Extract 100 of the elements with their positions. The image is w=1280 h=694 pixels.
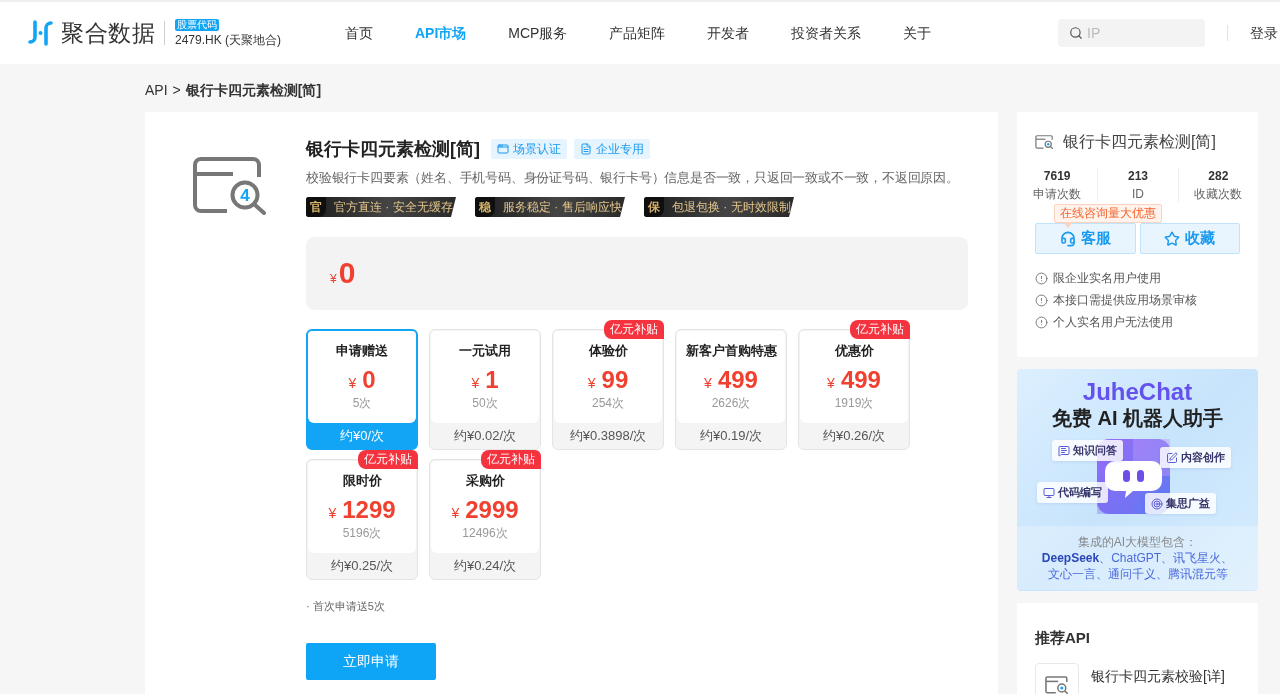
subsidy-badge: 亿元补贴: [604, 320, 664, 339]
unit-price: 约¥0.02/次: [452, 427, 518, 445]
unit-price: 约¥0.3898/次: [568, 427, 648, 445]
search-icon: [1069, 26, 1083, 40]
pen-square-icon: [1166, 451, 1178, 464]
stat-value: 213: [1127, 168, 1148, 184]
badge-text: 包退包换 · 无时效限制: [672, 199, 791, 216]
plan-price: 1: [485, 366, 499, 394]
models-list: DeepSeek、ChatGPT、讯飞星火、: [1041, 550, 1234, 566]
plan-title: 一元试用: [459, 343, 511, 359]
nav-link[interactable]: 开发者: [707, 23, 750, 43]
notice-text: 本接口需提供应用场景审核: [1053, 291, 1197, 309]
call-count: 5次: [352, 395, 372, 411]
breadcrumb-current: 银行卡四元素检测[简]: [185, 81, 322, 100]
banner-brand: JuheChat: [1082, 379, 1193, 405]
logo-icon[interactable]: [28, 20, 53, 46]
call-count: 12496次: [462, 525, 508, 541]
product-description: 校验银行卡四要素（姓名、手机号码、身份证号码、银行卡号）信息是否一致，只返回一致或不一致，不返回原因。: [306, 169, 960, 187]
breadcrumb-link[interactable]: API: [145, 80, 168, 100]
currency-symbol: ¥: [348, 375, 357, 391]
subsidy-badge: 亿元补贴: [481, 450, 541, 469]
call-count: 50次: [472, 395, 498, 411]
call-count: 5196次: [342, 525, 382, 541]
notice-text: 个人实名用户无法使用: [1053, 313, 1173, 331]
plan-card[interactable]: 新客户首购特惠 ¥ 499 2626次 约¥0.19/次: [675, 329, 787, 450]
unit-price: 约¥0.26/次: [821, 427, 887, 445]
login-button[interactable]: 登录: [1250, 23, 1278, 43]
subsidy-badge: 亿元补贴: [358, 450, 418, 469]
stat-label: 收藏次数: [1194, 186, 1243, 202]
exclamation-circle-icon: [1035, 271, 1048, 285]
unit-price: 约¥0.24/次: [452, 557, 518, 575]
exclamation-circle-icon: [1035, 293, 1048, 307]
stat-label: ID: [1132, 186, 1144, 202]
plan-price: 99: [601, 366, 629, 394]
price-value: 0: [338, 255, 356, 291]
target-icon: [1151, 497, 1163, 510]
feature-label: 知识问答: [1073, 443, 1117, 458]
nav-link[interactable]: 产品矩阵: [609, 23, 666, 43]
plan-title: 新客户首购特惠: [685, 343, 777, 359]
unit-price: 约¥0.25/次: [329, 557, 395, 575]
tooltip: 在线咨询量大优惠: [1054, 204, 1162, 228]
plan-price: 2999: [465, 496, 519, 524]
product-title: 银行卡四元素检测[简]: [306, 138, 480, 161]
breadcrumb-separator: >: [172, 81, 181, 100]
card-search-icon: [1035, 135, 1054, 149]
call-count: 1919次: [834, 395, 874, 411]
feature-tag: 企业专用: [574, 139, 650, 159]
stat-value: 7619: [1043, 168, 1071, 184]
call-count: 254次: [592, 395, 624, 411]
chat-lines-icon: [1058, 444, 1070, 457]
plan-price: 0: [362, 366, 376, 394]
models-list: 文心一言、通问千义、腾讯混元等: [1047, 566, 1228, 582]
call-count: 2626次: [711, 395, 751, 411]
plan-card[interactable]: 一元试用 ¥ 1 50次 约¥0.02/次: [429, 329, 541, 450]
plan-title: 限时价: [342, 473, 382, 489]
exclamation-circle-icon: [1035, 315, 1048, 329]
feature-label: 集思广益: [1166, 496, 1210, 511]
star-icon: [1164, 230, 1181, 247]
api-link[interactable]: 银行卡四元素校验[详]: [1091, 666, 1225, 694]
feature-tag: 场景认证: [491, 139, 567, 159]
plan-price: 499: [717, 366, 758, 394]
feature-label: 内容创作: [1181, 450, 1225, 465]
badge-text: 官方直连 · 安全无缓存: [334, 199, 453, 216]
nav-link[interactable]: 关于: [903, 23, 932, 43]
badge-text: 服务稳定 · 售后响应快: [503, 199, 622, 216]
currency-symbol: ¥: [328, 505, 337, 521]
logo-text[interactable]: 聚合数据: [61, 19, 155, 47]
currency-symbol: ¥: [471, 375, 480, 391]
plan-title: 优惠价: [834, 343, 874, 359]
stock-label: 股票代码: [175, 18, 219, 31]
currency-symbol: ¥: [587, 375, 596, 391]
monitor-icon: [1043, 486, 1055, 499]
banner-headline: 免费 AI 机器人助手: [1051, 406, 1224, 431]
plan-title: 体验价: [588, 343, 628, 359]
plan-title: 采购价: [465, 473, 505, 489]
document-icon: [580, 143, 592, 155]
window-icon: [497, 143, 509, 155]
badge-mark: 保: [644, 197, 664, 217]
subsidy-badge: 亿元补贴: [850, 320, 910, 339]
headset-icon: [1059, 230, 1076, 247]
badge-mark: 稳: [475, 197, 495, 217]
recommend-title: 推荐API: [1035, 628, 1091, 648]
stock-code: 2479.HK (天聚地合): [175, 32, 282, 48]
plan-price: 1299: [342, 496, 396, 524]
plan-card[interactable]: 申请赠送 ¥ 0 5次 约¥0/次: [306, 329, 418, 450]
currency-symbol: ¥: [827, 375, 835, 391]
currency-symbol: ¥: [704, 375, 712, 391]
nav-link[interactable]: 首页: [345, 23, 373, 43]
unit-price: 约¥0.19/次: [698, 427, 764, 445]
ai-assistant-banner[interactable]: JuheChat 免费 AI 机器人助手 知识问答 内容创作 代码编写 集思广益 集成的AI大模型包含： DeepSeek、ChatGPT、讯飞星火、 文心一言、通问千义、腾讯混元等: [1017, 369, 1258, 591]
search-field[interactable]: IP: [1058, 19, 1205, 47]
notice-text: 限企业实名用户使用: [1053, 269, 1161, 287]
feature-label: 代码编写: [1058, 485, 1102, 500]
currency-symbol: ¥: [451, 505, 460, 521]
nav-link[interactable]: 投资者关系: [791, 23, 862, 43]
stat-value: 282: [1208, 168, 1229, 184]
plan-price: 499: [840, 366, 881, 394]
nav-link[interactable]: MCP服务: [508, 23, 568, 43]
summary-title: 银行卡四元素检测[简]: [1063, 132, 1216, 152]
plan-title: 申请赠送: [336, 343, 388, 359]
